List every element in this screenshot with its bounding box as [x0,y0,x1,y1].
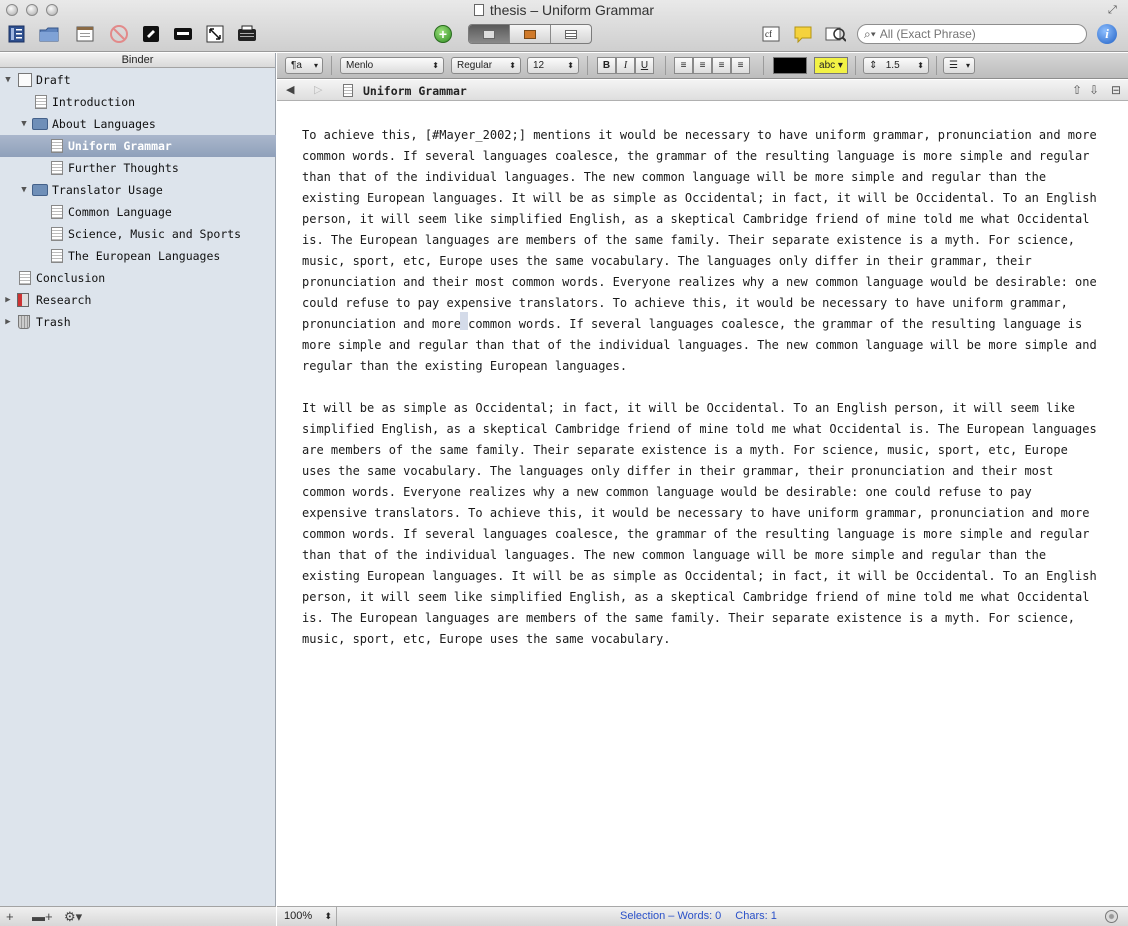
binder-item-about-languages[interactable]: ▼ About Languages [0,113,276,135]
text-color-swatch[interactable] [773,57,807,74]
toolbar: thesis – Uniform Grammar ⤢ + cf ⌕▾ All (… [0,0,1128,52]
annotation-note-icon[interactable] [792,23,814,45]
binder-header: Binder [0,53,275,68]
document-icon [51,249,63,263]
binder-item-science-music-sports[interactable]: Science, Music and Sports [0,223,276,245]
binder-item-european-languages[interactable]: The European Languages [0,245,276,267]
view-mode-segmented[interactable] [468,24,592,44]
disclosure-collapsed-icon[interactable]: ▶ [3,295,13,305]
add-folder-icon[interactable]: ▬+ [32,909,53,924]
trash-icon [18,315,30,329]
zoom-select[interactable]: 100% ⬍ [277,907,337,926]
paragraph-style-select[interactable]: ¶a ▾ [285,57,323,74]
selection-stats: Selection – Words: 0 Chars: 1 [620,910,777,922]
search-icon[interactable]: ⌕▾ [864,27,876,42]
list-style-select[interactable]: ☰ ▾ [943,57,975,74]
disclosure-collapsed-icon[interactable]: ▶ [3,317,13,327]
draft-icon [18,73,32,87]
window-title: thesis – Uniform Grammar [0,2,1128,18]
inspector-collection-icon[interactable] [74,23,96,45]
resize-icon[interactable] [204,23,226,45]
binder-item-uniform-grammar[interactable]: Uniform Grammar [0,135,276,157]
align-center-icon[interactable]: ≡ [693,57,712,74]
binder-toggle-icon[interactable] [6,23,28,45]
previous-document-icon[interactable]: ⇧ [1072,83,1082,97]
binder-item-common-language[interactable]: Common Language [0,201,276,223]
align-right-icon[interactable]: ≡ [712,57,731,74]
disclosure-expanded-icon[interactable]: ▼ [19,185,29,195]
disclosure-expanded-icon[interactable]: ▼ [19,119,29,129]
paragraph-2: It will be as simple as Occidental; in f… [302,401,1097,646]
font-family-select[interactable]: Menlo ⬍ [340,57,444,74]
add-document-button[interactable]: + [434,25,452,43]
outliner-view-button[interactable] [551,25,591,43]
document-icon [51,227,63,241]
target-icon[interactable] [1105,910,1118,923]
no-entry-icon[interactable] [108,23,130,45]
typewriter-icon[interactable] [236,23,258,45]
next-document-icon[interactable]: ⇩ [1089,83,1099,97]
document-icon [343,84,353,97]
settings-gear-icon[interactable]: ⚙▾ [64,909,82,925]
paragraph-1: To achieve this, [#Mayer_2002;] mentions… [302,128,1097,373]
align-justify-icon[interactable]: ≡ [731,57,750,74]
document-icon [51,161,63,175]
research-icon [17,293,29,307]
align-left-icon[interactable]: ≡ [674,57,693,74]
search-field[interactable]: ⌕▾ [857,24,1087,44]
document-title[interactable]: Uniform Grammar [363,84,467,98]
add-item-icon[interactable]: + [6,909,14,924]
binder-item-translator-usage[interactable]: ▼ Translator Usage [0,179,276,201]
document-icon [19,271,31,285]
binder-item-conclusion[interactable]: Conclusion [0,267,276,289]
search-input[interactable] [879,27,1070,41]
fullscreen-icon[interactable]: ⤢ [1108,4,1120,16]
text-editor[interactable]: To achieve this, [#Mayer_2002;] mentions… [277,102,1128,906]
binder-item-trash[interactable]: ▶ Trash [0,311,276,333]
keywords-icon[interactable] [172,23,194,45]
binder-item-draft[interactable]: ▼ Draft [0,69,276,91]
line-spacing-select[interactable]: ⇕ 1.5 ⬍ [863,57,929,74]
document-icon [35,95,47,109]
binder-item-further-thoughts[interactable]: Further Thoughts [0,157,276,179]
bold-button[interactable]: B [597,57,616,74]
back-arrow-icon[interactable]: ◀ [286,83,294,96]
italic-button[interactable]: I [616,57,635,74]
document-proxy-icon[interactable] [473,4,484,16]
folder-icon [32,118,48,130]
info-icon[interactable]: i [1097,24,1117,44]
quick-reference-icon[interactable] [824,23,846,45]
document-icon [51,205,63,219]
svg-text:cf: cf [765,29,772,39]
folder-icon [32,184,48,196]
disclosure-expanded-icon[interactable]: ▼ [3,75,13,85]
binder-footer: + ▬+ ⚙▾ [0,906,276,926]
highlight-color-swatch[interactable]: abc ▾ [814,57,848,74]
document-icon [51,139,63,153]
font-weight-select[interactable]: Regular ⬍ [451,57,521,74]
list-icon: ☰ [949,60,958,71]
format-bar: ¶a ▾ Menlo ⬍ Regular ⬍ 12 ⬍ B I U ≡ ≡ ≡ ≡ ab… [277,53,1128,79]
comments-icon[interactable]: cf [760,23,782,45]
editor-header: ◀ ▷ Uniform Grammar ⇧ ⇩ ⊟ [277,80,1128,101]
editor-footer: 100% ⬍ Selection – Words: 0 Chars: 1 [277,906,1128,926]
binder-item-introduction[interactable]: Introduction [0,91,276,113]
binder-item-research[interactable]: ▶ Research [0,289,276,311]
composition-icon[interactable] [140,23,162,45]
forward-arrow-icon[interactable]: ▷ [314,83,322,96]
binder-sidebar: Binder ▼ Draft Introduction ▼ About Lang… [0,53,276,926]
corkboard-view-button[interactable] [510,25,551,43]
line-spacing-icon: ⇕ [869,60,878,71]
text-cursor [460,312,468,330]
underline-button[interactable]: U [635,57,654,74]
font-size-select[interactable]: 12 ⬍ [527,57,579,74]
folder-icon[interactable] [38,23,60,45]
split-editor-icon[interactable]: ⊟ [1111,83,1121,97]
scrivenings-view-button[interactable] [469,25,510,43]
